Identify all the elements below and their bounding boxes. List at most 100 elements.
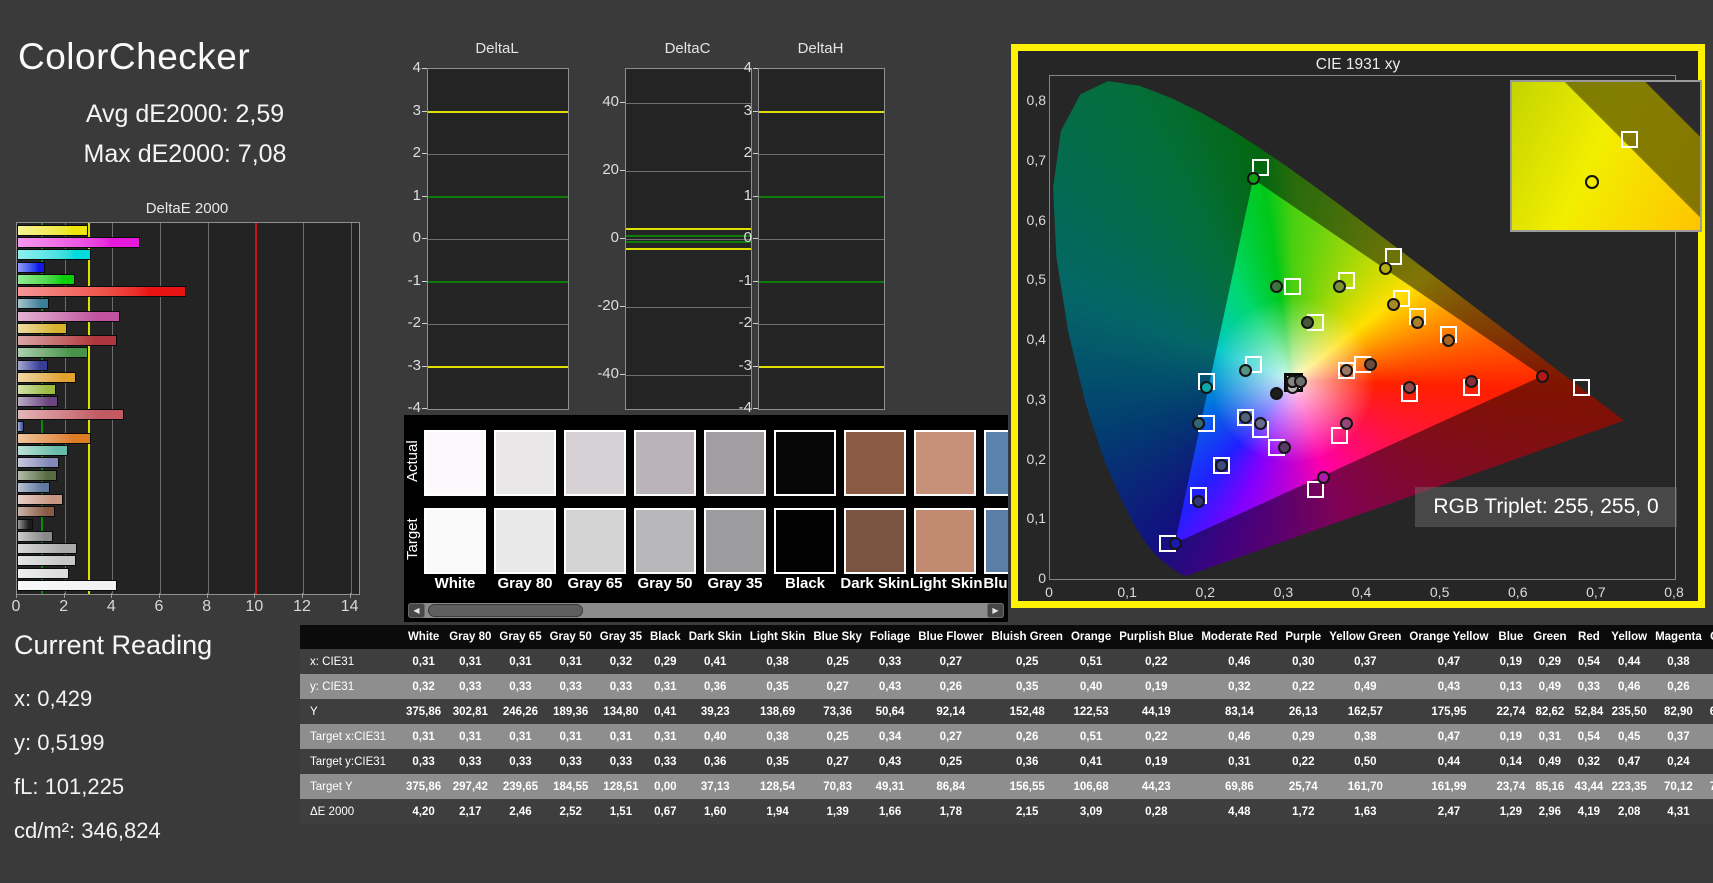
table-cell: 22,74 [1496, 705, 1526, 718]
table-cell: 0,19 [1145, 680, 1168, 693]
table-cell: 0,33 [878, 655, 902, 668]
deltae-bar-100-cyan [17, 249, 92, 261]
deltae-bar-white [17, 579, 118, 591]
table-cell: 134,80 [603, 705, 639, 718]
table-cell: 0,43 [878, 680, 902, 693]
table-cell: 1,72 [1292, 805, 1315, 818]
deltae-bar-green [17, 347, 88, 359]
table-cell: 0,33 [1577, 680, 1601, 693]
swatch-actual-gray-50[interactable] [634, 430, 696, 496]
table-cell: 175,95 [1431, 705, 1467, 718]
swatch-target-light-skin[interactable] [914, 508, 976, 574]
current-reading-x: x: 0,429 [14, 686, 93, 711]
axis-tick-label: 2 [412, 144, 421, 161]
table-cell: 0,31 [459, 655, 482, 668]
table-cell: 26,13 [1288, 705, 1318, 718]
table-cell: 2,08 [1617, 805, 1641, 818]
swatch-target-blue-sky[interactable] [984, 508, 1008, 574]
swatch-actual-gray-35[interactable] [704, 430, 766, 496]
swatch-actual-blue-sky[interactable] [984, 430, 1008, 496]
axis-tick-label: -2 [407, 314, 421, 331]
table-cell: 0,33 [609, 755, 633, 768]
column-header: Orange Yellow [1405, 625, 1493, 649]
deltal-title: DeltaL [475, 40, 519, 57]
table-cell: 0,19 [1499, 730, 1523, 743]
axis-tick-label: 1 [743, 186, 752, 204]
row-label: Target x:CIE31 [310, 730, 387, 743]
cie-measured-marker-light-skin [1340, 363, 1354, 377]
swatch-actual-black[interactable] [774, 430, 836, 496]
cie-measured-marker-foliage [1301, 315, 1315, 329]
scroll-left-icon[interactable]: ◀ [408, 603, 425, 618]
table-cell: 1,39 [826, 805, 849, 818]
table-cell: 1,63 [1354, 805, 1377, 818]
table-cell: 2,17 [459, 805, 482, 818]
table-cell: 2,47 [1437, 805, 1461, 818]
column-header: Magenta [1651, 625, 1706, 649]
column-header: Blue [1492, 625, 1530, 649]
table-cell: 44,19 [1141, 705, 1171, 718]
deltae-bar-yellow-green [17, 384, 56, 396]
swatch-actual-gray-80[interactable] [494, 430, 556, 496]
deltae-bar-cyan [17, 298, 50, 310]
scrollbar-thumb[interactable] [428, 604, 583, 617]
swatch-target-gray-35[interactable] [704, 508, 766, 574]
table-cell: 70,57 [1709, 780, 1713, 793]
swatch-actual-gray-65[interactable] [564, 430, 626, 496]
axis-tick-label: 3 [743, 101, 752, 119]
table-cell: 86,84 [936, 780, 966, 793]
table-cell: 0,31 [609, 730, 633, 743]
table-cell: 0,33 [609, 680, 633, 693]
table-cell: 0,35 [766, 680, 789, 693]
column-header: Purplish Blue [1115, 625, 1198, 649]
swatch-panel: Actual Target White Gray 80 Gray 65 Gray 50… [404, 415, 1008, 622]
table-cell: 0,22 [1292, 755, 1315, 768]
column-header: White [402, 625, 446, 649]
swatch-target-black[interactable] [774, 508, 836, 574]
swatch-actual-light-skin[interactable] [914, 430, 976, 496]
table-cell: 0,31 [412, 655, 435, 668]
swatch-target-gray-65[interactable] [564, 508, 626, 574]
cie-measured-marker-dark-skin [1363, 357, 1377, 371]
table-cell: 4,48 [1228, 805, 1251, 818]
table-cell: 68,57 [1709, 705, 1713, 718]
axis-tick-label: -40 [597, 365, 619, 382]
cie-measured-marker-orange [1441, 333, 1455, 347]
table-cell: 0,33 [509, 755, 532, 768]
column-header: Yellow Green [1325, 625, 1406, 649]
table-cell: 239,65 [502, 780, 539, 793]
table-cell: 106,68 [1073, 780, 1109, 793]
swatch-row-label-actual: Actual [404, 440, 421, 482]
table-cell: 1,66 [878, 805, 902, 818]
swatch-actual-dark-skin[interactable] [844, 430, 906, 496]
table-cell: 0,54 [1577, 730, 1601, 743]
swatch-target-gray-50[interactable] [634, 508, 696, 574]
column-header: Dark Skin [684, 625, 746, 649]
table-cell: 83,14 [1224, 705, 1254, 718]
cie-title: CIE 1931 xy [1315, 56, 1401, 73]
swatch-target-gray-80[interactable] [494, 508, 556, 574]
deltae-bar-bluish-green [17, 445, 69, 457]
table-row: x: CIE31 0,31 0,31 0,31 0,31 0,32 0,29 0,41 0,38… [300, 649, 1713, 674]
axis-tick-label: 4 [743, 59, 752, 76]
swatch-scrollbar[interactable]: ◀ ▶ [408, 603, 1004, 618]
swatch-target-dark-skin[interactable] [844, 508, 906, 574]
table-cell: 69,86 [1224, 780, 1254, 793]
scroll-right-icon[interactable]: ▶ [987, 603, 1004, 618]
table-cell: 0,47 [1617, 755, 1641, 768]
deltae-bar-100-magenta [17, 237, 141, 249]
table-cell: 0,22 [1292, 680, 1315, 693]
table-cell: 162,57 [1347, 705, 1383, 718]
table-cell: 0,41 [704, 655, 727, 668]
table-cell: 375,86 [406, 780, 442, 793]
table-cell: 0,44 [1617, 655, 1641, 668]
swatch-actual-white[interactable] [424, 430, 486, 496]
table-cell: 0,45 [1617, 730, 1641, 743]
swatch-label: White [434, 575, 476, 592]
swatch-target-white[interactable] [424, 508, 486, 574]
table-cell: 0,33 [509, 680, 532, 693]
deltae2000-x-labels: 0 2 4 6 8 10 12 14 [11, 598, 359, 615]
table-corner [300, 625, 402, 649]
table-cell: 0,19 [1706, 649, 1713, 674]
deltae-bar-100-red [17, 286, 186, 298]
